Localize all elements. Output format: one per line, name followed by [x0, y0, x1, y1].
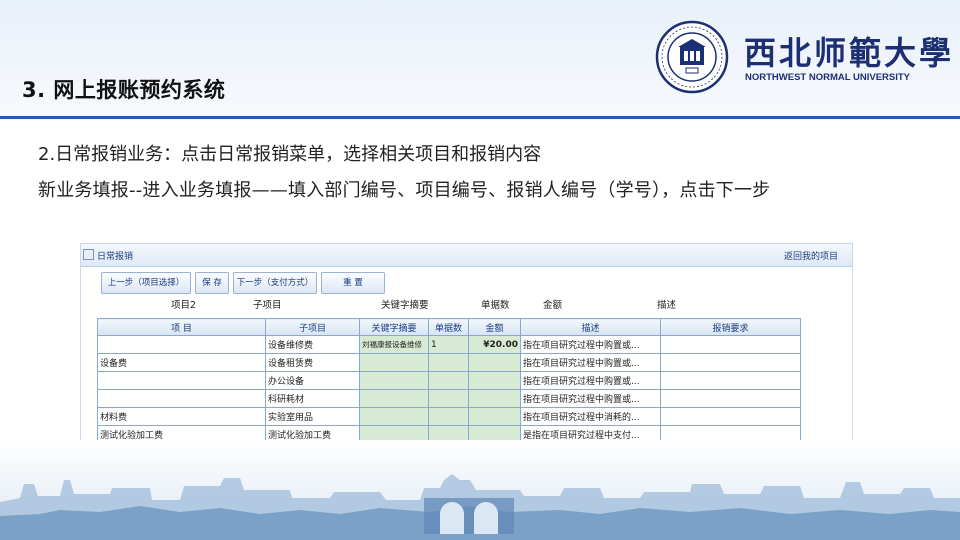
table-row: 设备费 设备租赁费 指在项目研究过程中购置或...: [97, 353, 801, 372]
reset-button[interactable]: 重 置: [321, 272, 385, 294]
app-screenshot: 日常报销 返回我的项目 上一步（项目选择） 保 存 下一步（支付方式） 重 置 …: [80, 243, 853, 450]
count-input[interactable]: [428, 371, 469, 390]
instruction-line-1: 2.日常报销业务：点击日常报销菜单，选择相关项目和报销内容: [38, 144, 542, 165]
table-row: 材料费 实验室用品 指在项目研究过程中消耗的...: [97, 407, 801, 426]
amount-input[interactable]: ¥20.00: [468, 335, 521, 354]
count-input[interactable]: [428, 353, 469, 372]
table-row: 设备维修费 刘福康报设备维修 1 ¥20.00 指在项目研究过程中购置或...: [97, 335, 801, 354]
label-desc: 描述: [657, 300, 677, 311]
keyword-input[interactable]: [359, 371, 429, 390]
university-logo-en: NORTHWEST NORMAL UNIVERSITY: [745, 72, 911, 83]
university-logo-cn: 西北师範大學: [744, 34, 955, 72]
keyword-input[interactable]: [359, 353, 429, 372]
cell-item: 材料费: [97, 407, 266, 426]
cell-item: 设备费: [97, 353, 266, 372]
form-labels: 项目2 子项目 关键字摘要 单据数 金额 描述: [81, 297, 852, 311]
amount-input[interactable]: [468, 389, 521, 408]
keyword-input[interactable]: [359, 407, 429, 426]
col-header-desc: 描述: [520, 318, 661, 336]
cell-requirement: [660, 371, 801, 390]
back-to-projects-link[interactable]: 返回我的项目: [784, 249, 838, 262]
col-header-count: 单据数: [428, 318, 469, 336]
count-input[interactable]: [428, 389, 469, 408]
cell-desc: 指在项目研究过程中购置或...: [520, 389, 661, 408]
cell-desc: 指在项目研究过程中购置或...: [520, 353, 661, 372]
label-project: 项目2: [171, 300, 197, 311]
cell-item: [97, 389, 266, 408]
col-header-item: 项 目: [97, 318, 266, 336]
label-keyword: 关键字摘要: [381, 300, 429, 311]
table-row: 科研耗材 指在项目研究过程中购置或...: [97, 389, 801, 408]
cell-requirement: [660, 407, 801, 426]
cell-subproject: 设备维修费: [265, 335, 360, 354]
cell-subproject: 科研耗材: [265, 389, 360, 408]
table-header-row: 项 目 子项目 关键字摘要 单据数 金额 描述 报销要求: [97, 318, 801, 336]
label-count: 单据数: [481, 300, 510, 311]
col-header-subproject: 子项目: [265, 318, 360, 336]
cell-desc: 指在项目研究过程中购置或...: [520, 371, 661, 390]
next-step-button[interactable]: 下一步（支付方式）: [233, 272, 317, 294]
keyword-input[interactable]: [359, 389, 429, 408]
cell-item: [97, 335, 266, 354]
cell-requirement: [660, 335, 801, 354]
label-amount: 金额: [543, 300, 563, 311]
instruction-line-2: 新业务填报--进入业务填报——填入部门编号、项目编号、报销人编号（学号），点击下…: [38, 180, 771, 201]
cell-requirement: [660, 389, 801, 408]
amount-input[interactable]: [468, 371, 521, 390]
university-seal-icon: [655, 20, 729, 94]
keyword-input[interactable]: 刘福康报设备维修: [359, 335, 429, 354]
amount-input[interactable]: [468, 407, 521, 426]
save-button[interactable]: 保 存: [195, 272, 229, 294]
cell-item: [97, 371, 266, 390]
slide-title: 3. 网上报账预约系统: [22, 78, 226, 102]
cell-desc: 指在项目研究过程中购置或...: [520, 335, 661, 354]
app-header: 日常报销 返回我的项目: [81, 244, 852, 267]
app-title: 日常报销: [97, 252, 134, 262]
count-input[interactable]: [428, 407, 469, 426]
title-divider: [0, 116, 960, 119]
col-header-amount: 金额: [468, 318, 521, 336]
table-row: 办公设备 指在项目研究过程中购置或...: [97, 371, 801, 390]
cell-subproject: 实验室用品: [265, 407, 360, 426]
cell-desc: 指在项目研究过程中消耗的...: [520, 407, 661, 426]
expense-table: 项 目 子项目 关键字摘要 单据数 金额 描述 报销要求 设备维修费 刘福康报设…: [97, 318, 801, 444]
cell-subproject: 办公设备: [265, 371, 360, 390]
prev-step-button[interactable]: 上一步（项目选择）: [101, 272, 191, 294]
amount-input[interactable]: [468, 353, 521, 372]
label-subproject: 子项目: [253, 300, 282, 311]
count-input[interactable]: 1: [428, 335, 469, 354]
col-header-requirement: 报销要求: [660, 318, 801, 336]
campus-skyline-decoration: [0, 440, 960, 540]
window-icon: [83, 249, 94, 260]
cell-requirement: [660, 353, 801, 372]
col-header-keyword: 关键字摘要: [359, 318, 429, 336]
cell-subproject: 设备租赁费: [265, 353, 360, 372]
